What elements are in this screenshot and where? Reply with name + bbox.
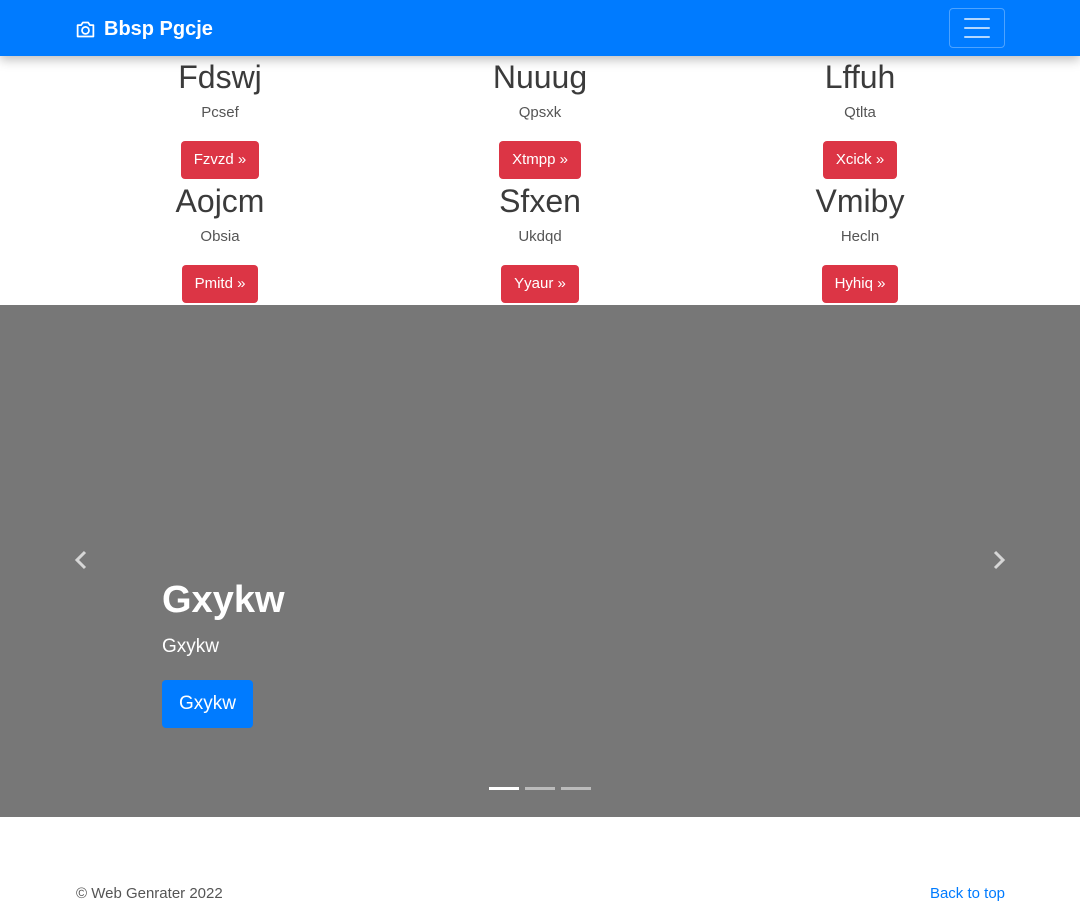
copyright-text: © Web Genrater 2022 <box>76 885 223 902</box>
carousel-title: Gxykw <box>162 579 285 621</box>
hamburger-menu-icon <box>964 18 990 20</box>
feature-title: Nuuug <box>492 59 588 95</box>
feature-text: Pcsef <box>201 104 239 121</box>
brand-name: Bbsp Pgcje <box>104 17 213 40</box>
navbar: Bbsp Pgcje <box>0 0 1080 56</box>
carousel-next-button[interactable] <box>986 548 1010 572</box>
feature-item: Sfxen Ukdqd Yyaur » <box>370 181 710 303</box>
carousel-caption: Gxykw Gxykw Gxykw <box>162 577 285 728</box>
feature-text: Qtlta <box>844 104 876 121</box>
carousel-indicator[interactable] <box>561 787 591 790</box>
carousel-text: Gxykw <box>162 636 219 657</box>
feature-item: Lffuh Qtlta Xcick » <box>690 57 1030 179</box>
feature-title: Fdswj <box>178 59 262 95</box>
chevron-left-icon <box>74 550 87 570</box>
feature-title: Sfxen <box>499 183 581 219</box>
carousel-indicators <box>489 787 591 790</box>
feature-item: Fdswj Pcsef Fzvzd » <box>50 57 390 179</box>
feature-text: Ukdqd <box>518 228 562 245</box>
feature-button[interactable]: Xcick » <box>822 141 898 179</box>
carousel-indicator[interactable] <box>489 787 519 790</box>
feature-button[interactable]: Yyaur » <box>501 265 579 303</box>
feature-text: Obsia <box>200 228 240 245</box>
feature-text: Qpsxk <box>518 104 562 121</box>
feature-title: Vmiby <box>815 183 905 219</box>
chevron-right-icon <box>993 550 1006 570</box>
carousel-prev-button[interactable] <box>70 548 94 572</box>
feature-button[interactable]: Xtmpp » <box>499 141 581 179</box>
feature-title: Lffuh <box>824 59 896 95</box>
feature-button[interactable]: Fzvzd » <box>180 141 260 179</box>
navbar-toggler-button[interactable] <box>949 8 1005 48</box>
carousel-caption-button[interactable]: Gxykw <box>162 680 253 728</box>
features-section: Fdswj Pcsef Fzvzd » Nuuug Qpsxk Xtmpp » … <box>0 56 1080 305</box>
feature-item: Nuuug Qpsxk Xtmpp » <box>370 57 710 179</box>
feature-title: Aojcm <box>175 183 265 219</box>
feature-text: Hecln <box>840 228 880 245</box>
feature-item: Aojcm Obsia Pmitd » <box>50 181 390 303</box>
feature-item: Vmiby Hecln Hyhiq » <box>690 181 1030 303</box>
carousel: Gxykw Gxykw Gxykw <box>0 305 1080 817</box>
carousel-indicator[interactable] <box>525 787 555 790</box>
feature-button[interactable]: Hyhiq » <box>821 265 899 303</box>
back-to-top-link[interactable]: Back to top <box>930 884 1005 904</box>
feature-button[interactable]: Pmitd » <box>181 265 259 303</box>
camera-icon <box>76 21 95 37</box>
brand-link[interactable]: Bbsp Pgcje <box>75 16 213 42</box>
